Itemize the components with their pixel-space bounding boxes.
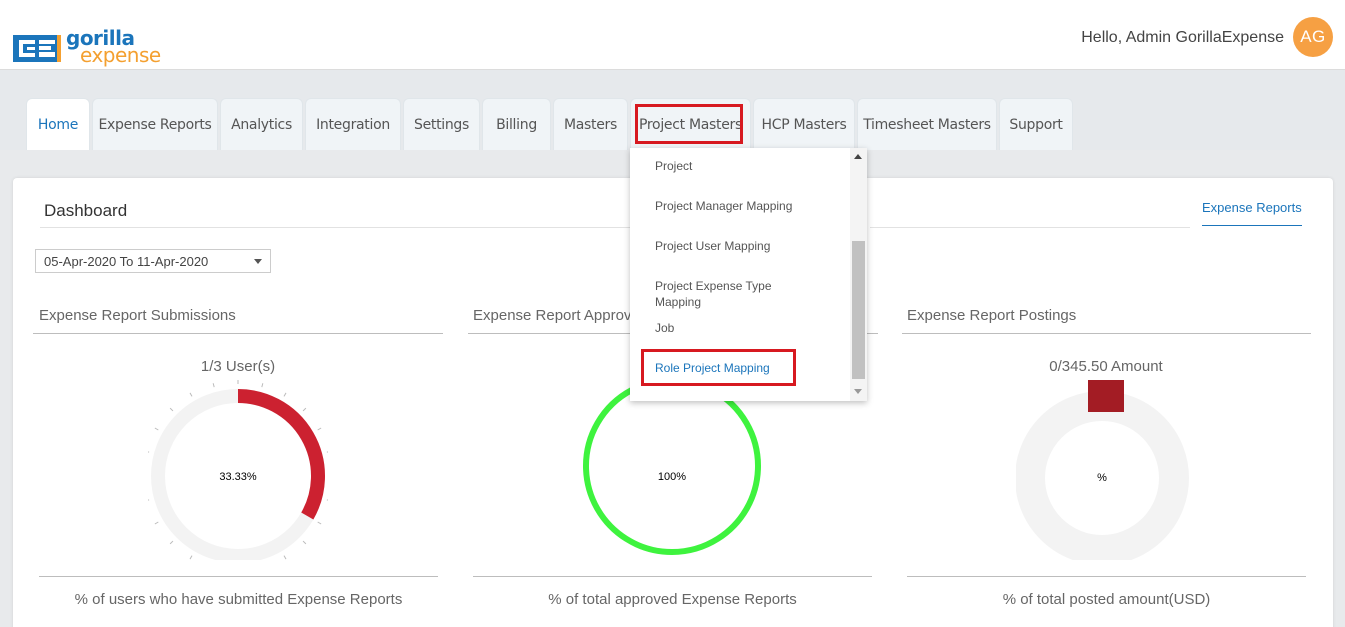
title-divider (40, 227, 680, 228)
gauge-tick (169, 540, 174, 545)
user-greeting: Hello, Admin GorillaExpense (1081, 29, 1284, 46)
gauge-percent-label: % (1097, 472, 1107, 484)
card-footer-divider (473, 576, 872, 577)
gorilla-expense-logo[interactable]: gorilla expense (13, 26, 163, 70)
card-title-postings: Expense Report Postings (907, 307, 1077, 324)
project-masters-highlight (635, 104, 743, 144)
tab-expense-reports[interactable]: Expense Reports (92, 98, 218, 150)
submissions-gauge: 33.33% (148, 380, 328, 560)
scrollbar-thumb[interactable] (852, 241, 865, 379)
gauge-tick (283, 392, 287, 397)
gauge-tick (212, 383, 215, 388)
gauge-tick (148, 451, 150, 453)
user-avatar[interactable]: AG (1293, 17, 1333, 57)
card-footer-postings: % of total posted amount(USD) (1002, 591, 1211, 608)
card-footer-submissions: % of users who have submitted Expense Re… (74, 591, 403, 608)
scroll-up-arrow-icon[interactable] (854, 154, 862, 159)
gauge-tick (317, 521, 322, 525)
gauge-tick (189, 555, 193, 560)
menu-item-project-manager-mapping[interactable]: Project Manager Mapping (655, 198, 815, 214)
gauge-tick (302, 540, 307, 545)
caret-down-icon (254, 259, 262, 264)
gauge-tick (317, 427, 322, 431)
gauge-tick (169, 407, 174, 412)
menu-item-project[interactable]: Project (655, 158, 815, 174)
tab-masters[interactable]: Masters (553, 98, 628, 150)
card-footer-divider (907, 576, 1306, 577)
gauge-tick (326, 451, 328, 453)
postings-gauge: % (1016, 380, 1189, 560)
expense-reports-link[interactable]: Expense Reports (1202, 200, 1302, 226)
logo-word-expense: expense (80, 43, 161, 67)
tab-hcp-masters[interactable]: HCP Masters (753, 98, 855, 150)
menu-item-project-user-mapping[interactable]: Project User Mapping (655, 238, 815, 254)
tab-home[interactable]: Home (26, 98, 90, 150)
tab-settings[interactable]: Settings (403, 98, 480, 150)
scroll-down-arrow-icon[interactable] (854, 389, 862, 394)
card-footer-divider (39, 576, 438, 577)
title-divider-right (870, 227, 1190, 228)
tab-integration[interactable]: Integration (305, 98, 401, 150)
gauge-marker (1088, 380, 1124, 412)
gauge-tick (326, 499, 328, 501)
gauge-percent-label: 100% (658, 471, 686, 483)
tab-timesheet-masters[interactable]: Timesheet Masters (857, 98, 997, 150)
tab-support[interactable]: Support (999, 98, 1073, 150)
tab-billing[interactable]: Billing (482, 98, 551, 150)
card-title-submissions: Expense Report Submissions (39, 307, 236, 324)
gauge-tick (148, 499, 150, 501)
gauge-tick (302, 407, 307, 412)
card-divider (33, 333, 443, 334)
menu-item-job[interactable]: Job (655, 320, 815, 336)
gauge-tick (189, 392, 193, 397)
date-range-select[interactable]: 05-Apr-2020 To 11-Apr-2020 (35, 249, 271, 273)
gauge-tick (154, 427, 159, 431)
gauge-tick (261, 383, 264, 388)
gauge-arc (583, 380, 761, 555)
gauge-percent-label: 33.33% (219, 471, 257, 483)
card-subtitle-postings: 0/345.50 Amount (1049, 358, 1163, 375)
card-footer-approvals: % of total approved Expense Reports (548, 591, 797, 608)
gauge-arc (237, 389, 325, 520)
gauge-tick (283, 555, 287, 560)
card-title-approvals: Expense Report Approvals (473, 307, 651, 324)
date-range-value: 05-Apr-2020 To 11-Apr-2020 (44, 254, 209, 269)
tab-analytics[interactable]: Analytics (220, 98, 303, 150)
app-header: gorilla expense Hello, Admin GorillaExpe… (0, 0, 1345, 70)
card-divider (902, 333, 1311, 334)
gauge-tick (154, 521, 159, 525)
logo-mark-icon (13, 35, 61, 62)
approvals-gauge: 100% (583, 380, 761, 555)
card-subtitle-submissions: 1/3 User(s) (200, 358, 276, 375)
menu-item-project-expense-type-mapping[interactable]: Project Expense Type Mapping (655, 278, 815, 310)
page-title: Dashboard (44, 201, 128, 220)
role-project-mapping-highlight (641, 349, 796, 386)
dropdown-scrollbar[interactable] (850, 148, 867, 401)
